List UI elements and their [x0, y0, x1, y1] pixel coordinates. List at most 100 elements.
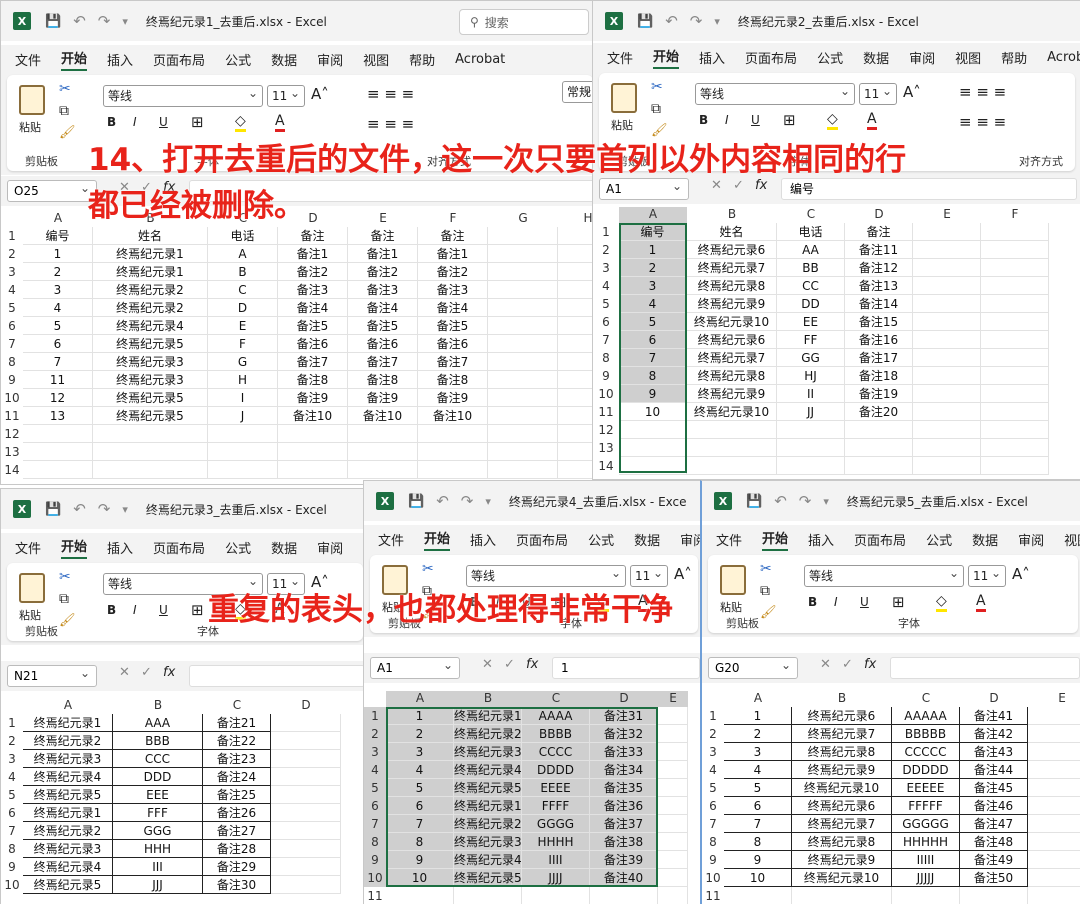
cell-D11[interactable]: 备注20: [845, 403, 913, 421]
cell-E2[interactable]: [913, 241, 981, 259]
cell-C3[interactable]: CCCCC: [892, 743, 960, 761]
cell-C4[interactable]: C: [208, 281, 278, 299]
cell-B11[interactable]: [454, 887, 522, 904]
insert-function-icon[interactable]: fx: [163, 180, 175, 195]
cell-C3[interactable]: 备注23: [203, 750, 271, 768]
copy-icon[interactable]: ⧉: [59, 591, 69, 607]
cell-G2[interactable]: [488, 245, 558, 263]
cell-E11[interactable]: [913, 403, 981, 421]
column-header-F[interactable]: F: [418, 211, 488, 227]
paste-icon[interactable]: [19, 85, 45, 115]
fill-color-icon[interactable]: ◇: [827, 111, 838, 130]
cell-F6[interactable]: [981, 313, 1049, 331]
cell-D4[interactable]: [271, 768, 341, 786]
row-header-8[interactable]: 8: [1, 353, 23, 371]
tab-2[interactable]: 插入: [808, 530, 834, 549]
cell-E7[interactable]: [913, 331, 981, 349]
column-header-B[interactable]: B: [113, 698, 203, 714]
cell-B5[interactable]: 终焉纪元录10: [792, 779, 892, 797]
cell-F12[interactable]: [418, 425, 488, 443]
cell-E10[interactable]: [1028, 869, 1080, 887]
column-header-D[interactable]: D: [845, 207, 913, 223]
row-header-4[interactable]: 4: [364, 761, 386, 779]
row-header-1[interactable]: 1: [1, 227, 23, 245]
column-header-F[interactable]: F: [981, 207, 1049, 223]
row-header-2[interactable]: 2: [1, 732, 23, 750]
cell-D6[interactable]: 备注15: [845, 313, 913, 331]
tab-7[interactable]: 视图: [955, 48, 981, 67]
cell-C7[interactable]: F: [208, 335, 278, 353]
cancel-icon[interactable]: ✕: [711, 178, 722, 193]
cell-B8[interactable]: 终焉纪元录8: [792, 833, 892, 851]
column-header-B[interactable]: B: [454, 691, 522, 707]
bold-icon[interactable]: B: [107, 603, 116, 617]
cell-G12[interactable]: [488, 425, 558, 443]
column-header-A[interactable]: A: [386, 691, 454, 707]
tab-9[interactable]: Acrobat: [455, 52, 505, 67]
row-header-11[interactable]: 11: [593, 403, 619, 421]
row-header-4[interactable]: 4: [593, 277, 619, 295]
cell-A9[interactable]: 11: [23, 371, 93, 389]
cell-A4[interactable]: 4: [724, 761, 792, 779]
redo-icon[interactable]: ↷: [461, 492, 474, 510]
font-size-select[interactable]: 11: [968, 563, 1006, 587]
cell-F11[interactable]: [981, 403, 1049, 421]
cell-D3[interactable]: 备注43: [960, 743, 1028, 761]
cell-D3[interactable]: [271, 750, 341, 768]
cell-D7[interactable]: 备注6: [278, 335, 348, 353]
column-header-A[interactable]: A: [619, 207, 687, 223]
cell-D4[interactable]: 备注3: [278, 281, 348, 299]
enter-icon[interactable]: ✓: [842, 657, 853, 672]
cell-A1[interactable]: 编号: [23, 227, 93, 245]
row-header-4[interactable]: 4: [1, 768, 23, 786]
font-color-icon[interactable]: A: [867, 111, 877, 130]
tab-0[interactable]: 文件: [15, 538, 41, 557]
font-size-select[interactable]: 11: [267, 83, 305, 107]
cell-G1[interactable]: [488, 227, 558, 245]
row-header-11[interactable]: 11: [364, 887, 386, 904]
cell-A8[interactable]: 8: [724, 833, 792, 851]
cell-E4[interactable]: 备注3: [348, 281, 418, 299]
cell-D10[interactable]: [271, 876, 341, 894]
column-header-B[interactable]: B: [792, 691, 892, 707]
paste-icon[interactable]: [720, 565, 746, 595]
copy-icon[interactable]: ⧉: [59, 103, 69, 119]
cell-D4[interactable]: 备注44: [960, 761, 1028, 779]
cell-C9[interactable]: HJ: [777, 367, 845, 385]
format-painter-icon[interactable]: 🖌: [422, 605, 439, 620]
cell-C12[interactable]: [208, 425, 278, 443]
row-header-11[interactable]: 11: [1, 407, 23, 425]
cell-E7[interactable]: [1028, 815, 1080, 833]
tab-7[interactable]: 视图: [363, 50, 389, 69]
tab-8[interactable]: 帮助: [409, 50, 435, 69]
insert-function-icon[interactable]: fx: [163, 665, 175, 680]
cell-D3[interactable]: 备注12: [845, 259, 913, 277]
cell-F5[interactable]: [981, 295, 1049, 313]
cell-D1[interactable]: 备注: [845, 223, 913, 241]
align-left-icon[interactable]: ≡ ≡ ≡: [959, 113, 1006, 131]
underline-icon[interactable]: U: [159, 603, 168, 617]
column-header-C[interactable]: C: [208, 211, 278, 227]
cell-C14[interactable]: [208, 461, 278, 479]
cell-E1[interactable]: 备注: [348, 227, 418, 245]
row-header-9[interactable]: 9: [364, 851, 386, 869]
cell-G6[interactable]: [488, 317, 558, 335]
cell-D1[interactable]: 备注: [278, 227, 348, 245]
fill-color-icon[interactable]: ◇: [235, 113, 246, 132]
cell-A13[interactable]: [23, 443, 93, 461]
cell-A2[interactable]: 终焉纪元录2: [23, 732, 113, 750]
cell-C7[interactable]: 备注27: [203, 822, 271, 840]
column-header-A[interactable]: A: [23, 698, 113, 714]
enter-icon[interactable]: ✓: [141, 665, 152, 680]
cell-B11[interactable]: 终焉纪元录5: [93, 407, 208, 425]
cell-D9[interactable]: 备注8: [278, 371, 348, 389]
quick-access-dropdown-icon[interactable]: ▾: [485, 495, 491, 508]
cell-D8[interactable]: 备注48: [960, 833, 1028, 851]
font-grow-icon[interactable]: A˄: [1012, 565, 1030, 583]
cell-A5[interactable]: 终焉纪元录5: [23, 786, 113, 804]
underline-icon[interactable]: U: [751, 113, 760, 127]
align-top-icon[interactable]: ≡ ≡ ≡: [959, 83, 1006, 101]
cell-D1[interactable]: 备注41: [960, 707, 1028, 725]
bold-icon[interactable]: B: [808, 595, 817, 609]
row-header-7[interactable]: 7: [593, 331, 619, 349]
